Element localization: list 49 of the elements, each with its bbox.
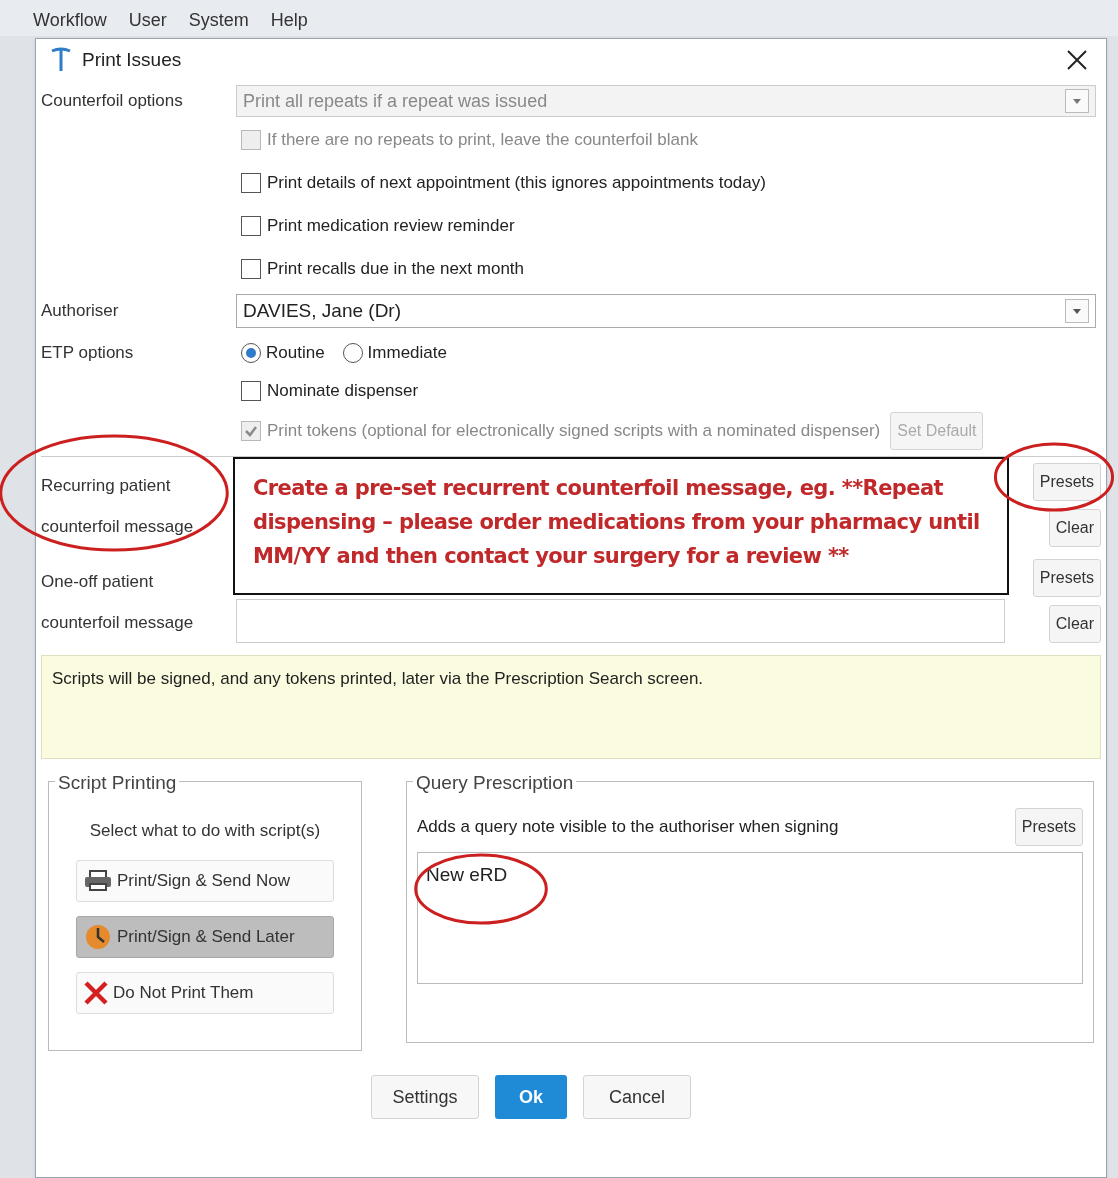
script-action-button[interactable]: Do Not Print Them: [76, 971, 334, 1014]
field-label: Counterfoil options: [41, 90, 184, 113]
checkbox-label: Print details of next appointment (this ignores appointments today): [267, 172, 766, 195]
annotation-callout: Create a pre-set recurrent counterfoil message, eg. **Repeat dispensing – please order medications from your pharmacy until MM/YY and then contact your surgery for a review **: [233, 457, 1009, 595]
presets-button[interactable]: Presets: [1032, 463, 1101, 501]
info-panel: Scripts will be signed, and any tokens printed, later via the Prescription Search screen.: [41, 655, 1101, 759]
field-label: counterfoil message: [41, 515, 195, 538]
field-label: One-off patient: [41, 570, 155, 593]
message-field[interactable]: [236, 599, 1005, 643]
radio-button[interactable]: [241, 343, 261, 363]
app-logo-icon: [50, 47, 72, 73]
radio-label: Routine: [266, 342, 325, 365]
description-text: Adds a query note visible to the authoriser when signing: [417, 816, 839, 839]
checkbox[interactable]: [241, 216, 261, 236]
script-action-button[interactable]: Print/Sign & Send Now: [76, 859, 334, 902]
radio-button[interactable]: [342, 343, 363, 363]
checkbox-label: Print recalls due in the next month: [267, 258, 525, 281]
checkbox-label: Print medication review reminder: [267, 215, 515, 238]
query-note-field[interactable]: New eRD: [417, 852, 1083, 984]
menu-item[interactable]: Workflow: [33, 7, 107, 34]
cross-icon: [83, 979, 109, 1006]
presets-button[interactable]: Presets: [1014, 808, 1083, 846]
field-label: counterfoil message: [41, 611, 195, 634]
field-label: Authoriser: [41, 300, 120, 323]
prompt-text: Select what to do with script(s): [89, 820, 321, 842]
clear-button[interactable]: Clear: [1048, 509, 1101, 547]
close-icon: [1066, 49, 1088, 71]
dialog-title: Print Issues: [82, 47, 182, 72]
checkbox[interactable]: [241, 173, 261, 193]
field-label: ETP options: [41, 342, 135, 365]
check-icon: [244, 424, 258, 438]
menu-item[interactable]: User: [128, 7, 167, 34]
dialog-button[interactable]: Ok: [495, 1075, 567, 1119]
checkbox[interactable]: [241, 259, 261, 279]
menu-item[interactable]: System: [188, 7, 249, 34]
field-label: Recurring patient: [41, 474, 172, 497]
dialog-button[interactable]: Cancel: [583, 1075, 691, 1119]
clear-button[interactable]: Clear: [1048, 605, 1101, 643]
checkbox-label: Print tokens (optional for electronically signed scripts with a nominated dispenser): [267, 420, 881, 443]
printer-icon: [83, 869, 113, 892]
authoriser-dropdown[interactable]: DAVIES, Jane (Dr): [236, 294, 1096, 328]
dialog-button[interactable]: Settings: [371, 1075, 479, 1119]
checkbox-label: Nominate dispenser: [267, 380, 419, 403]
menu-item[interactable]: Help: [270, 7, 308, 34]
script-action-button[interactable]: Print/Sign & Send Later: [76, 915, 334, 958]
checkbox[interactable]: [241, 381, 261, 401]
radio-label: Immediate: [367, 342, 447, 365]
presets-button[interactable]: Presets: [1032, 559, 1101, 597]
checkbox-label: If there are no repeats to print, leave the counterfoil blank: [267, 129, 698, 152]
